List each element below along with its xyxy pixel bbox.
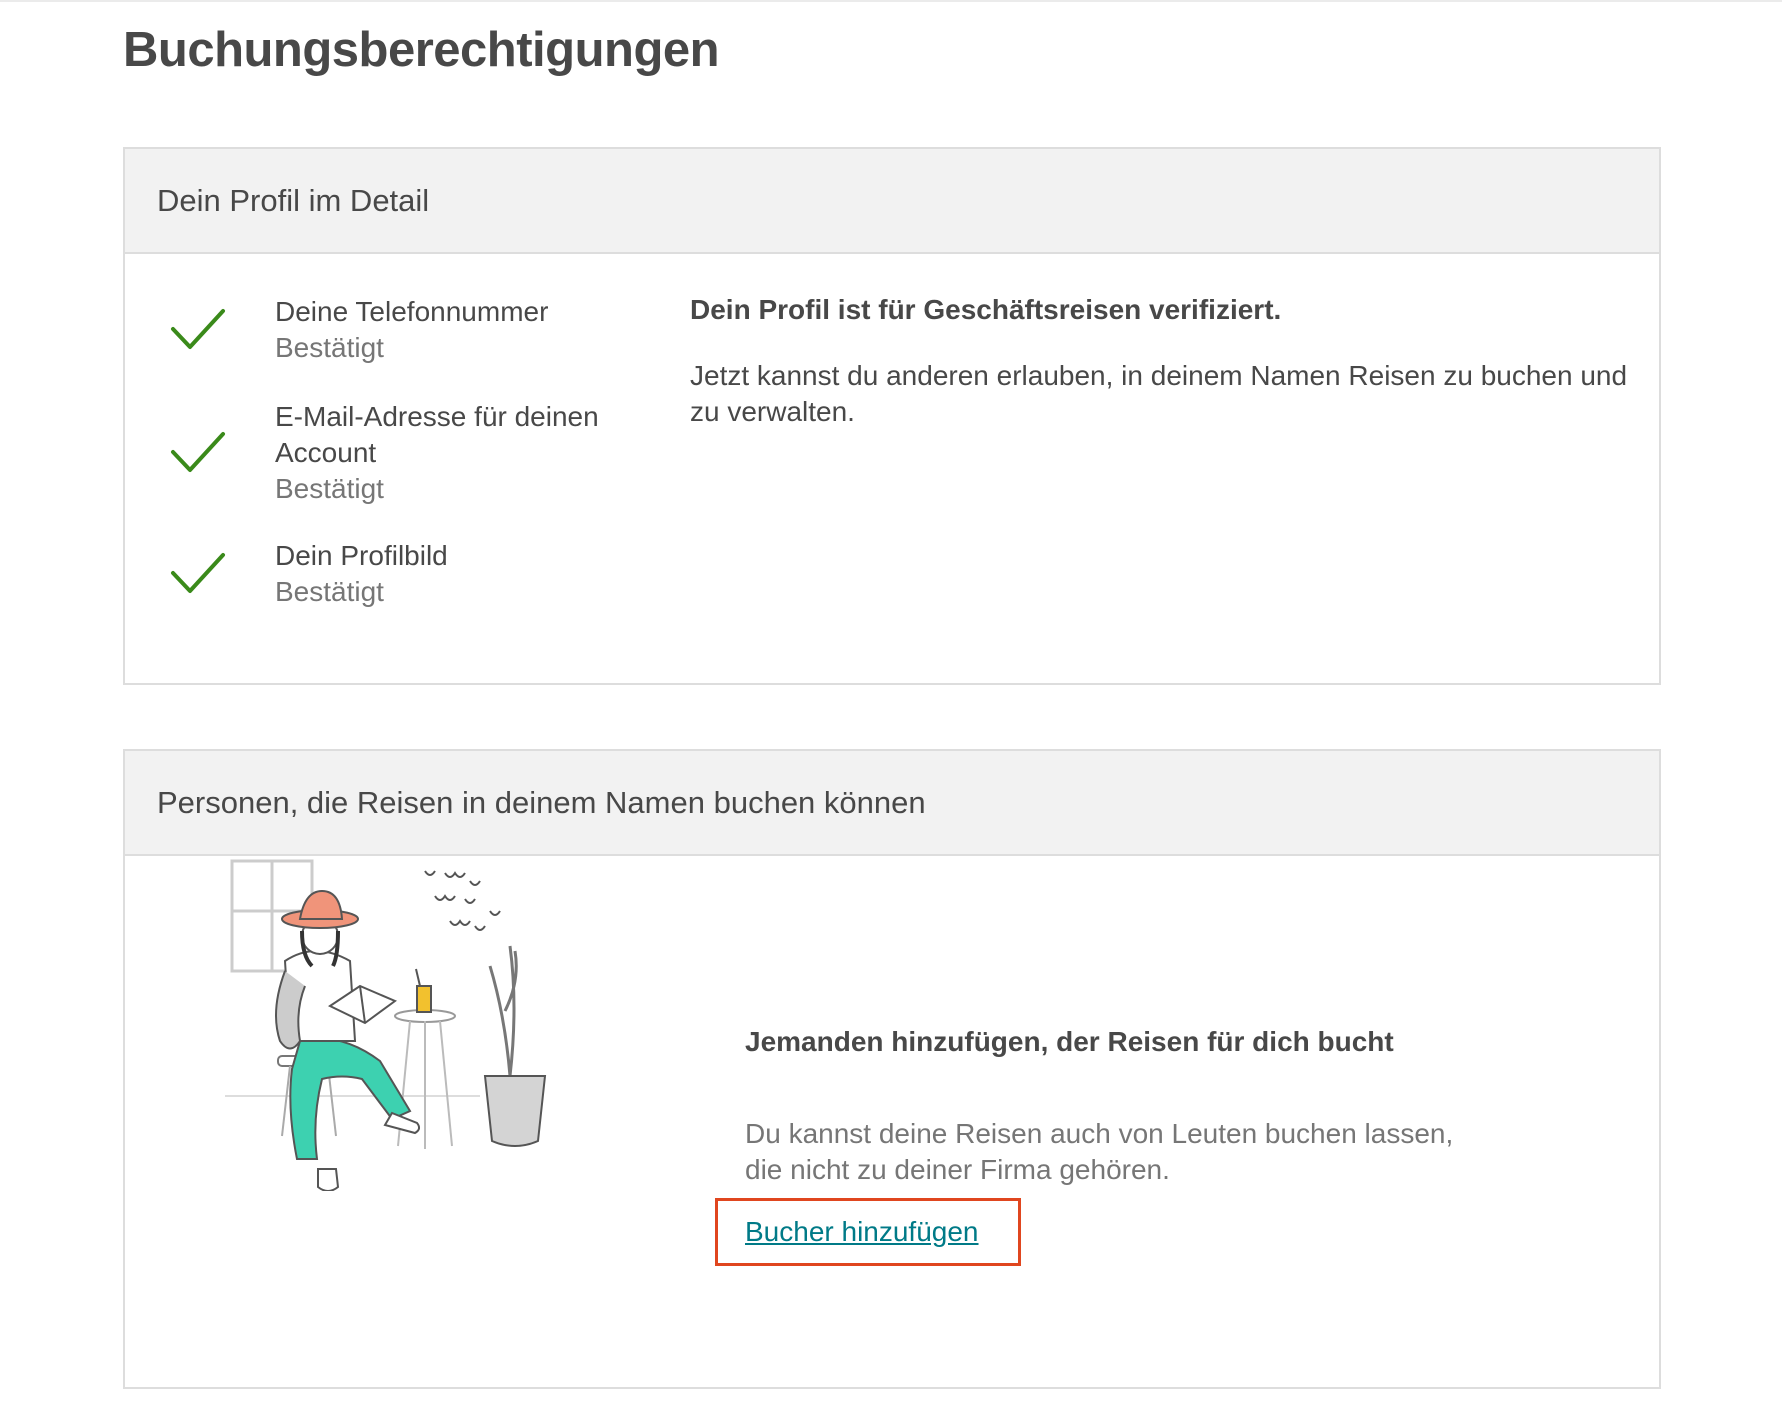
bookers-card-header: Personen, die Reisen in deinem Namen buc… bbox=[125, 751, 1659, 856]
verification-label: E-Mail-Adresse für deinen Account bbox=[275, 401, 599, 468]
add-booker-title: Jemanden hinzufügen, der Reisen für dich… bbox=[745, 1026, 1394, 1057]
verification-status: Bestätigt bbox=[275, 576, 384, 607]
profile-verified-title: Dein Profil ist für Geschäftsreisen veri… bbox=[690, 294, 1282, 325]
profile-details-card: Dein Profil im Detail Deine Telefonnumme… bbox=[123, 147, 1661, 685]
add-booker-link[interactable]: Bucher hinzufügen bbox=[745, 1216, 979, 1248]
verification-label: Deine Telefonnummer bbox=[275, 296, 549, 327]
verification-label: Dein Profilbild bbox=[275, 540, 448, 571]
check-icon bbox=[171, 553, 225, 593]
verification-status: Bestätigt bbox=[275, 473, 384, 504]
check-icon bbox=[171, 309, 225, 349]
person-reading-illustration bbox=[225, 859, 547, 1191]
page-title: Buchungsberechtigungen bbox=[123, 23, 720, 77]
verification-item-phone: Deine Telefonnummer Bestätigt bbox=[170, 294, 548, 366]
verification-item-email: E-Mail-Adresse für deinen Account Bestät… bbox=[170, 399, 630, 507]
check-icon bbox=[171, 432, 225, 472]
verification-status: Bestätigt bbox=[275, 332, 384, 363]
verification-item-photo: Dein Profilbild Bestätigt bbox=[170, 538, 448, 610]
profile-verified-description: Jetzt kannst du anderen erlauben, in dei… bbox=[690, 360, 1628, 427]
profile-card-header: Dein Profil im Detail bbox=[125, 149, 1659, 254]
bookers-card: Personen, die Reisen in deinem Namen buc… bbox=[123, 749, 1661, 1389]
add-booker-description: Du kannst deine Reisen auch von Leuten b… bbox=[745, 1118, 1454, 1185]
top-divider bbox=[0, 0, 1782, 2]
